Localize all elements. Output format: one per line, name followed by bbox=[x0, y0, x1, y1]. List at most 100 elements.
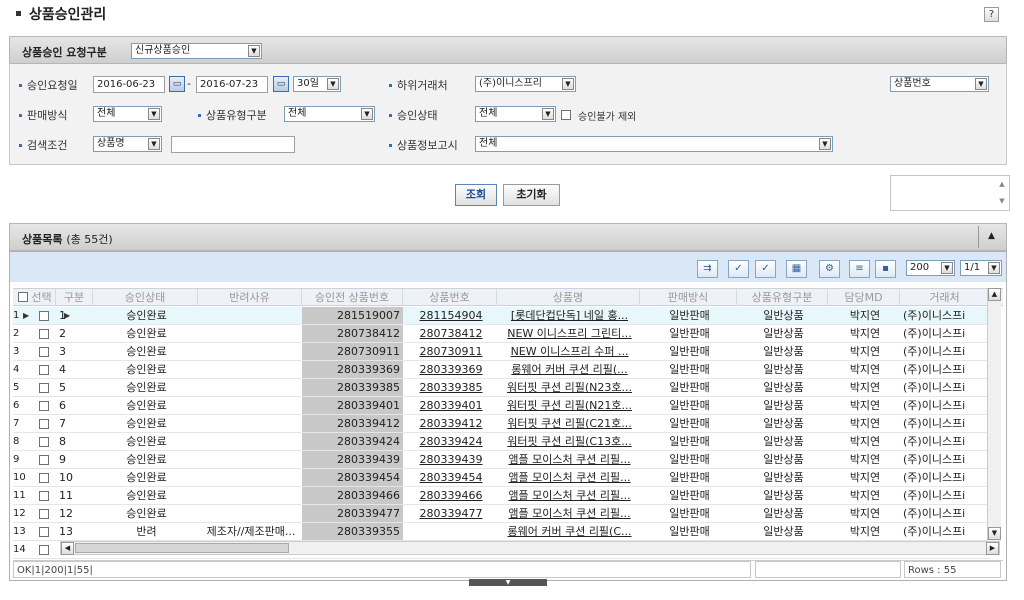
export-excel-icon[interactable]: ⇉ bbox=[697, 260, 718, 278]
cell-prod-no[interactable]: 280339466 bbox=[406, 487, 496, 504]
column-header[interactable]: 승인상태 bbox=[93, 289, 198, 306]
table-row[interactable]: 2 2 승인완료 280738412 280738412 NEW 이니스프리 그린티...… bbox=[13, 325, 990, 343]
date-to-input[interactable]: 2016-07-23 bbox=[196, 76, 268, 93]
cell-prod-no[interactable] bbox=[406, 523, 496, 540]
cell-prod-no[interactable]: 280339412 bbox=[406, 415, 496, 432]
row-checkbox[interactable] bbox=[39, 347, 49, 357]
cell-prod-no[interactable]: 280339439 bbox=[406, 451, 496, 468]
search-button[interactable]: 조회 bbox=[455, 184, 497, 206]
search-cond-select[interactable]: 상품명 ▼ bbox=[93, 136, 162, 152]
column-header[interactable]: 승인전 상품번호 bbox=[302, 289, 403, 306]
collapse-icon[interactable]: ▲ bbox=[988, 231, 995, 241]
scroll-up-icon[interactable]: ▲ bbox=[988, 288, 1001, 301]
column-header[interactable]: 거래처 bbox=[900, 289, 990, 306]
column-header[interactable]: 판매방식 bbox=[640, 289, 737, 306]
lock-icon[interactable]: ▦ bbox=[786, 260, 807, 278]
table-row[interactable]: 4 4 승인완료 280339369 280339369 롱웨어 커버 쿠션 리필(...… bbox=[13, 361, 990, 379]
cell-name[interactable]: 앰플 모이스처 쿠션 리필... bbox=[500, 469, 639, 486]
grid-view-icon[interactable]: ▪ bbox=[875, 260, 896, 278]
approval-status-select[interactable]: 전체 ▼ bbox=[475, 106, 556, 122]
cell-prod-no[interactable]: 280339401 bbox=[406, 397, 496, 414]
row-checkbox[interactable] bbox=[39, 329, 49, 339]
cell-prod-no[interactable]: 280339369 bbox=[406, 361, 496, 378]
cell-name[interactable]: NEW 이니스프리 그린티... bbox=[500, 325, 639, 342]
cell-name[interactable]: 앰플 모이스처 쿠션 리필... bbox=[500, 451, 639, 468]
exclude-rejected-checkbox[interactable] bbox=[561, 110, 571, 120]
period-select[interactable]: 30일 ▼ bbox=[293, 76, 341, 92]
check-icon[interactable]: ✓ bbox=[728, 260, 749, 278]
row-checkbox[interactable] bbox=[39, 527, 49, 537]
info-notice-select[interactable]: 전체 ▼ bbox=[475, 136, 833, 152]
date-from-input[interactable]: 2016-06-23 bbox=[93, 76, 165, 93]
scroll-left-icon[interactable]: ◀ bbox=[61, 542, 74, 555]
vendor-select[interactable]: (주)이니스프리 ▼ bbox=[475, 76, 576, 92]
cell-prod-no[interactable]: 280339385 bbox=[406, 379, 496, 396]
scroll-right-icon[interactable]: ▶ bbox=[986, 542, 999, 555]
column-header[interactable]: 구분 bbox=[56, 289, 93, 306]
cell-prod-no[interactable]: 281154904 bbox=[406, 307, 496, 324]
row-checkbox[interactable] bbox=[39, 401, 49, 411]
cell-name[interactable]: 워터핏 쿠션 리필(N23호... bbox=[500, 379, 639, 396]
calendar-icon[interactable]: ▭ bbox=[273, 76, 289, 92]
table-row[interactable]: 6 6 승인완료 280339401 280339401 워터핏 쿠션 리필(N21호..… bbox=[13, 397, 990, 415]
table-row[interactable]: 8 8 승인완료 280339424 280339424 워터핏 쿠션 리필(C13호..… bbox=[13, 433, 990, 451]
column-header[interactable]: 상품유형구분 bbox=[737, 289, 828, 306]
column-header[interactable]: 상품번호 bbox=[403, 289, 497, 306]
cell-prod-no[interactable]: 280738412 bbox=[406, 325, 496, 342]
column-header[interactable]: 담당MD bbox=[828, 289, 900, 306]
splitter-handle[interactable]: ▼ bbox=[469, 579, 547, 586]
table-row[interactable]: 10 10 승인완료 280339454 280339454 앰플 모이스처 쿠션 리필.… bbox=[13, 469, 990, 487]
row-checkbox[interactable] bbox=[39, 365, 49, 375]
search-text-input[interactable] bbox=[171, 136, 295, 153]
horizontal-scrollbar[interactable]: ◀ ▶ bbox=[60, 541, 1000, 555]
reset-button[interactable]: 초기화 bbox=[503, 184, 560, 206]
column-header[interactable]: 선택 bbox=[16, 289, 56, 306]
cell-name[interactable]: 롱웨어 커버 쿠션 리필(C... bbox=[500, 523, 639, 540]
select-all-checkbox[interactable] bbox=[18, 292, 28, 302]
row-checkbox[interactable] bbox=[39, 383, 49, 393]
sort-key-select[interactable]: 상품번호 ▼ bbox=[890, 76, 989, 92]
scroll-thumb[interactable] bbox=[75, 543, 289, 553]
table-row[interactable]: 3 3 승인완료 280730911 280730911 NEW 이니스프리 수퍼 ...… bbox=[13, 343, 990, 361]
vertical-scrollbar[interactable]: ▲ ▼ bbox=[987, 288, 1001, 541]
sales-method-select[interactable]: 전체 ▼ bbox=[93, 106, 162, 122]
row-checkbox[interactable] bbox=[39, 437, 49, 447]
cell-name[interactable]: 앰플 모이스처 쿠션 리필... bbox=[500, 487, 639, 504]
row-checkbox[interactable] bbox=[39, 419, 49, 429]
table-row[interactable]: 13 13 반려 제조자//제조판매... 280339355 롱웨어 커버 쿠션 리필(… bbox=[13, 523, 990, 541]
scroll-up-icon[interactable]: ▲ bbox=[997, 180, 1007, 188]
selected-items-listbox[interactable]: ▲ ▼ bbox=[890, 175, 1010, 211]
row-checkbox[interactable] bbox=[39, 473, 49, 483]
row-checkbox[interactable] bbox=[39, 509, 49, 519]
list-view-icon[interactable]: ≡ bbox=[849, 260, 870, 278]
table-row[interactable]: 7 7 승인완료 280339412 280339412 워터핏 쿠션 리필(C21호..… bbox=[13, 415, 990, 433]
row-checkbox[interactable] bbox=[39, 545, 49, 555]
page-size-select[interactable]: 200 ▼ bbox=[906, 260, 955, 276]
cell-name[interactable]: 워터핏 쿠션 리필(N21호... bbox=[500, 397, 639, 414]
cell-prod-no[interactable]: 280339477 bbox=[406, 505, 496, 522]
scroll-down-icon[interactable]: ▼ bbox=[997, 197, 1007, 205]
cell-name[interactable]: NEW 이니스프리 수퍼 ... bbox=[500, 343, 639, 360]
table-row[interactable]: 9 9 승인완료 280339439 280339439 앰플 모이스처 쿠션 리필...… bbox=[13, 451, 990, 469]
row-checkbox[interactable] bbox=[39, 491, 49, 501]
cell-prod-no[interactable]: 280730911 bbox=[406, 343, 496, 360]
row-checkbox[interactable] bbox=[39, 311, 49, 321]
cell-name[interactable]: [롯데단컵단독] 네일 홍... bbox=[500, 307, 639, 324]
product-type-select[interactable]: 전체 ▼ bbox=[284, 106, 375, 122]
calendar-icon[interactable]: ▭ bbox=[169, 76, 185, 92]
help-button[interactable]: ? bbox=[984, 7, 999, 22]
cell-name[interactable]: 워터핏 쿠션 리필(C21호... bbox=[500, 415, 639, 432]
page-select[interactable]: 1/1 ▼ bbox=[960, 260, 1002, 276]
cell-name[interactable]: 롱웨어 커버 쿠션 리필(... bbox=[500, 361, 639, 378]
table-row[interactable]: 1 ▶ ▶ 1 승인완료 281519007 281154904 [롯데단컵단독] 네일 홍.… bbox=[13, 307, 990, 325]
scroll-down-icon[interactable]: ▼ bbox=[988, 527, 1001, 540]
cell-name[interactable]: 앰플 모이스처 쿠션 리필... bbox=[500, 505, 639, 522]
table-row[interactable]: 5 5 승인완료 280339385 280339385 워터핏 쿠션 리필(N23호..… bbox=[13, 379, 990, 397]
row-checkbox[interactable] bbox=[39, 455, 49, 465]
column-header[interactable]: 반려사유 bbox=[198, 289, 302, 306]
request-type-select[interactable]: 신규상품승인 ▼ bbox=[131, 43, 262, 59]
cell-prod-no[interactable]: 280339454 bbox=[406, 469, 496, 486]
table-row[interactable]: 12 12 승인완료 280339477 280339477 앰플 모이스처 쿠션 리필.… bbox=[13, 505, 990, 523]
settings-icon[interactable]: ⚙ bbox=[819, 260, 840, 278]
table-row[interactable]: 11 11 승인완료 280339466 280339466 앰플 모이스처 쿠션 리필.… bbox=[13, 487, 990, 505]
